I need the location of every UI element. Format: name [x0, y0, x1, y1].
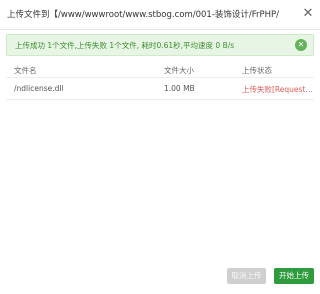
dialog-title: 上传文件到【/www/wwwroot/www.stbog.com/001-装饰设… — [7, 10, 279, 20]
column-header-filename: 文件名 — [14, 66, 37, 75]
dialog-header: 上传文件到【/www/wwwroot/www.stbog.com/001-装饰设… — [0, 0, 320, 30]
success-alert: 上传成功 1个文件,上传失败 1个文件, 耗时0.61秒,平均速度 0 B/s … — [6, 34, 314, 56]
column-header-status: 上传状态 — [242, 66, 272, 75]
upload-status: 上传失败[Request Enti... — [242, 85, 314, 94]
file-size: 1.00 MB — [164, 84, 195, 93]
start-upload-button[interactable]: 开始上传 — [274, 268, 314, 284]
close-circle-icon[interactable]: ✕ — [295, 39, 307, 51]
file-name: /ndlicense.dll — [14, 84, 64, 93]
table-row: /ndlicense.dll 1.00 MB 上传失败[Request Enti… — [6, 78, 314, 100]
alert-message: 上传成功 1个文件,上传失败 1个文件, 耗时0.61秒,平均速度 0 B/s — [15, 41, 235, 50]
cancel-upload-button[interactable]: 取消上传 — [227, 268, 266, 284]
table-header: 文件名 文件大小 上传状态 — [6, 60, 314, 78]
close-icon[interactable]: ✕ — [301, 7, 315, 21]
column-header-filesize: 文件大小 — [164, 66, 194, 75]
